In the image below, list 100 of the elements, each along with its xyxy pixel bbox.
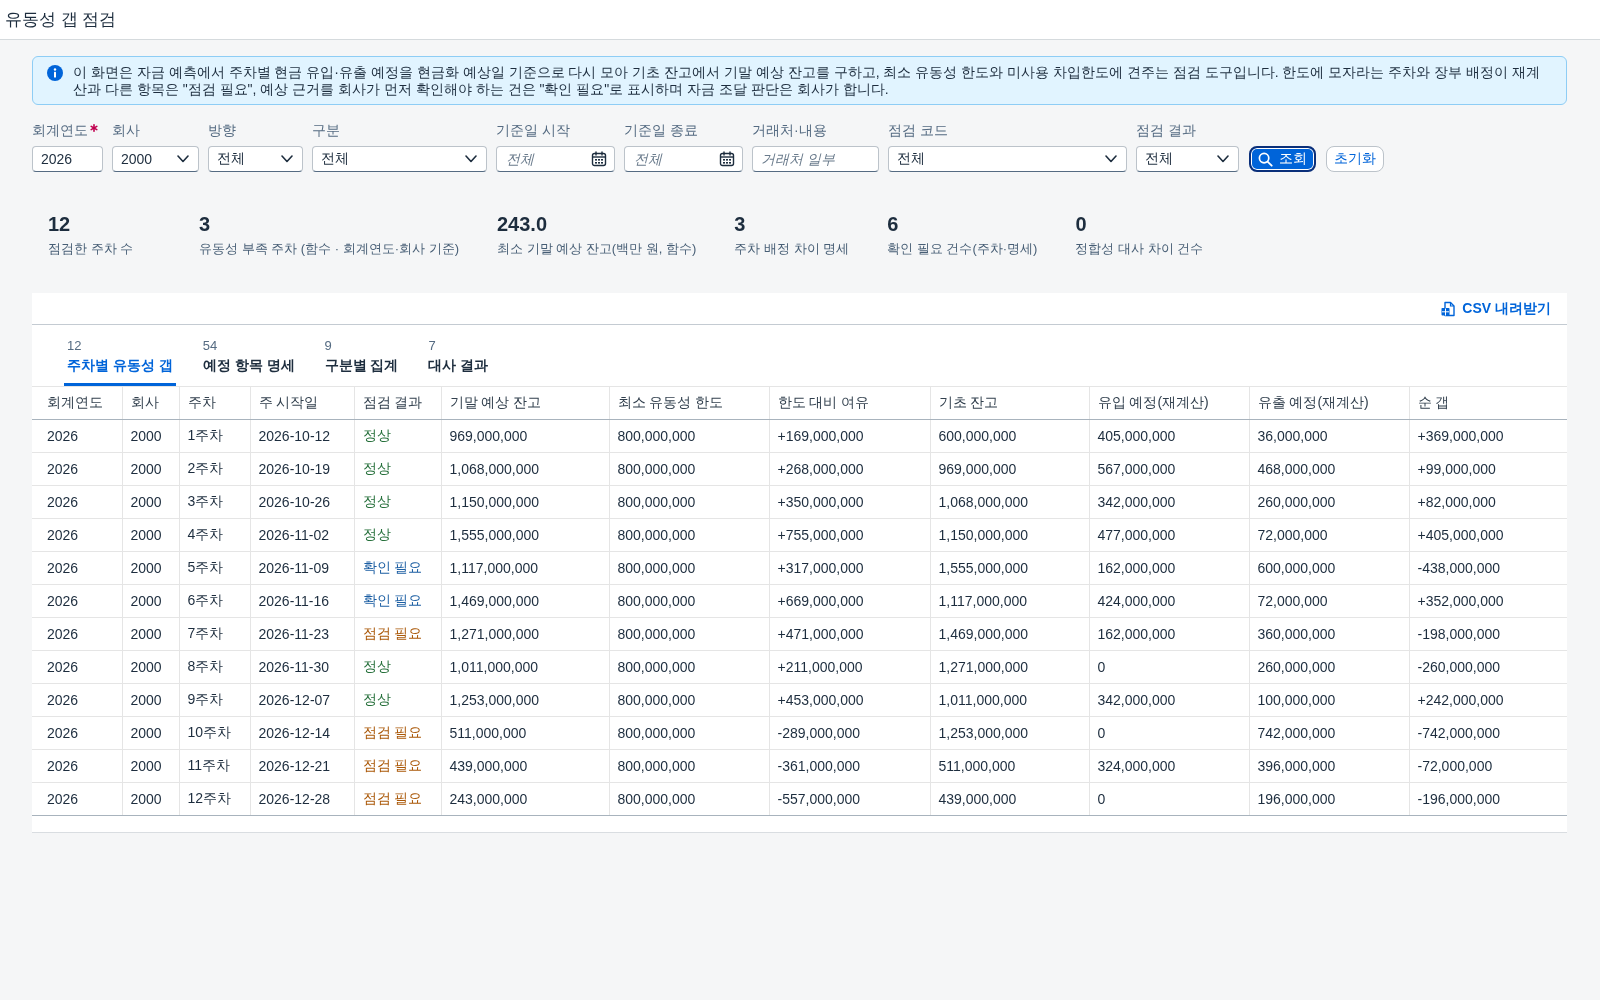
dropdown[interactable]: 전체 (208, 146, 303, 172)
kpi-value: 243.0 (497, 212, 549, 236)
table-cell: 2026-11-23 (250, 617, 354, 651)
table-cell: 11주차 (179, 749, 250, 783)
table-cell: 360,000,000 (1249, 617, 1409, 651)
table-cell: 2026-10-26 (250, 485, 354, 519)
table-cell: -289,000,000 (769, 716, 930, 750)
table-cell: 0 (1089, 650, 1249, 684)
table-cell: 2026-11-09 (250, 551, 354, 585)
date-field[interactable]: 전체 (496, 146, 615, 172)
table-cell: 2026-10-12 (250, 419, 354, 453)
table-cell: +350,000,000 (769, 485, 930, 519)
table-cell: 742,000,000 (1249, 716, 1409, 750)
table-cell: 2000 (122, 782, 179, 816)
table-cell: 405,000,000 (1089, 419, 1249, 453)
status-cell: 정상 (354, 683, 441, 717)
table-cell: 2주차 (179, 452, 250, 486)
table-cell: 342,000,000 (1089, 683, 1249, 717)
table-cell: 800,000,000 (609, 650, 769, 684)
tab[interactable]: 54 예정 항목 명세 (199, 325, 298, 386)
reset-button[interactable]: 초기화 (1326, 146, 1384, 172)
table-cell: 511,000,000 (441, 716, 609, 750)
status-cell: 확인 필요 (354, 584, 441, 618)
column-header: 주 시작일 (250, 387, 354, 420)
table-cell: 2000 (122, 584, 179, 618)
table-cell: -742,000,000 (1409, 716, 1567, 750)
table-cell: 1,253,000,000 (441, 683, 609, 717)
table-cell: 36,000,000 (1249, 419, 1409, 453)
status-cell: 점검 필요 (354, 749, 441, 783)
table-cell: 3주차 (179, 485, 250, 519)
column-header: 기초 잔고 (930, 387, 1089, 420)
table-cell: 800,000,000 (609, 485, 769, 519)
table-cell: 1,469,000,000 (441, 584, 609, 618)
table-cell: +471,000,000 (769, 617, 930, 651)
text-field[interactable]: 2026 (32, 146, 103, 172)
dropdown[interactable]: 전체 (1136, 146, 1239, 172)
table-cell: 100,000,000 (1249, 683, 1409, 717)
filter-label: 구분 (312, 121, 340, 139)
dropdown[interactable]: 전체 (888, 146, 1127, 172)
csv-download-button[interactable]: CSV 내려받기 (1440, 299, 1551, 318)
tab[interactable]: 12 주차별 유동성 갭 (64, 325, 176, 386)
table-cell: 2026-12-14 (250, 716, 354, 750)
table-cell: +669,000,000 (769, 584, 930, 618)
table-cell: -72,000,000 (1409, 749, 1567, 783)
status-cell: 정상 (354, 485, 441, 519)
table-cell: 800,000,000 (609, 419, 769, 453)
filter-label: 점검 코드 (888, 121, 948, 139)
dropdown[interactable]: 2000 (112, 146, 199, 172)
table-cell: 800,000,000 (609, 518, 769, 552)
table-cell: 2026 (32, 617, 122, 651)
filter-label: 방향 (208, 121, 236, 139)
column-header: 기말 예상 잔고 (441, 387, 609, 420)
table-cell: 162,000,000 (1089, 551, 1249, 585)
table-cell: 439,000,000 (930, 782, 1089, 816)
table-cell: 1,068,000,000 (441, 452, 609, 486)
table-cell: 260,000,000 (1249, 485, 1409, 519)
table-cell: -361,000,000 (769, 749, 930, 783)
status-cell: 점검 필요 (354, 782, 441, 816)
table-cell: 1,271,000,000 (441, 617, 609, 651)
filter-label: 거래처·내용 (752, 121, 827, 139)
table-cell: 2026 (32, 485, 122, 519)
table-cell: 6주차 (179, 584, 250, 618)
table-cell: 800,000,000 (609, 584, 769, 618)
date-field[interactable]: 전체 (624, 146, 743, 172)
table-cell: +99,000,000 (1409, 452, 1567, 486)
table-cell: 2026 (32, 650, 122, 684)
column-header: 회계연도 (32, 387, 122, 420)
tab[interactable]: 9 구분별 집계 (321, 325, 402, 386)
table-cell: 1,068,000,000 (930, 485, 1089, 519)
table-cell: 800,000,000 (609, 782, 769, 816)
table-cell: 2026 (32, 452, 122, 486)
table-cell: 2000 (122, 452, 179, 486)
table-cell: 10주차 (179, 716, 250, 750)
table-cell: 72,000,000 (1249, 584, 1409, 618)
kpi-label: 유동성 부족 주차 (함수 · 회계연도·회사 기준) (199, 240, 459, 258)
table-cell: 477,000,000 (1089, 518, 1249, 552)
table-cell: 1,011,000,000 (441, 650, 609, 684)
table-cell: 600,000,000 (930, 419, 1089, 453)
table-cell: -198,000,000 (1409, 617, 1567, 651)
table-cell: 2026 (32, 419, 122, 453)
info-icon (47, 65, 63, 81)
table-cell: 7주차 (179, 617, 250, 651)
table-cell: 969,000,000 (441, 419, 609, 453)
status-cell: 정상 (354, 650, 441, 684)
table-cell: 2000 (122, 683, 179, 717)
kpi-label: 주차 배정 차이 명세 (734, 240, 850, 258)
search-button[interactable]: 조회 (1249, 146, 1316, 172)
table-cell: 260,000,000 (1249, 650, 1409, 684)
column-header: 점검 결과 (354, 387, 441, 420)
table-cell: +453,000,000 (769, 683, 930, 717)
table-cell: 1주차 (179, 419, 250, 453)
column-header: 유입 예정(재계산) (1089, 387, 1249, 420)
tab[interactable]: 7 대사 결과 (425, 325, 492, 386)
column-header: 최소 유동성 한도 (609, 387, 769, 420)
text-field[interactable]: 거래처 일부 (752, 146, 879, 172)
table-cell: +82,000,000 (1409, 485, 1567, 519)
status-cell: 정상 (354, 518, 441, 552)
table-cell: 0 (1089, 716, 1249, 750)
table-cell: 5주차 (179, 551, 250, 585)
dropdown[interactable]: 전체 (312, 146, 487, 172)
